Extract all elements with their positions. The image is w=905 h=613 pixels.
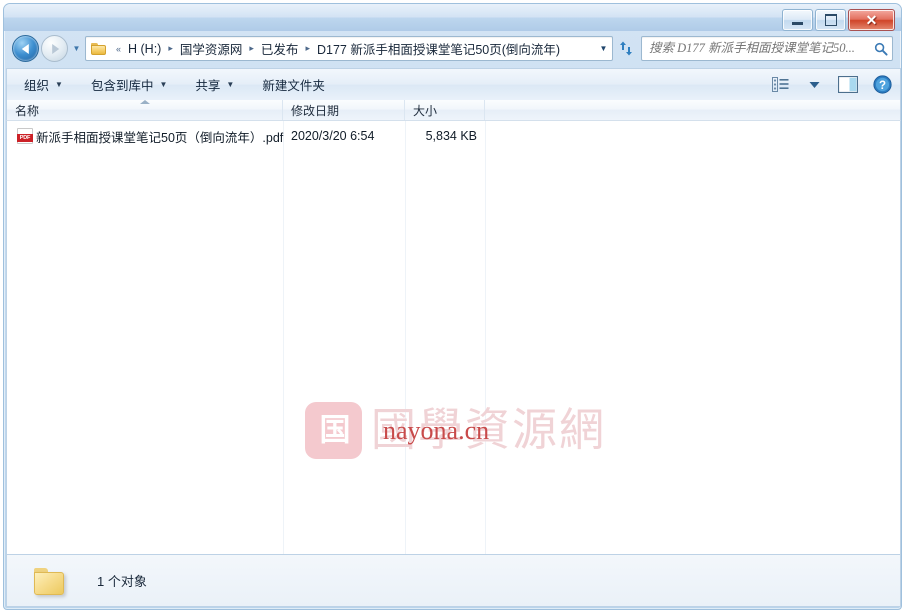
watermark-logo-icon: 国 [305, 401, 362, 459]
file-name-cell: 新派手相面授课堂笔记50页（倒向流年）.pdf [7, 127, 283, 146]
back-button[interactable] [12, 35, 39, 62]
explorer-window: ✕ ▼ « H (H:) ▸ 国学资源网 ▸ 已发布 ▸ D177 新派手相面授… [3, 3, 902, 610]
column-label: 名称 [15, 103, 40, 118]
preview-pane-button[interactable] [832, 72, 864, 98]
watermark-text: 國學資源網 [371, 404, 607, 455]
view-mode-icon [771, 77, 788, 92]
column-header-filler [485, 100, 900, 120]
chevron-down-icon: ▼ [55, 80, 63, 89]
status-item-count: 1 个对象 [97, 574, 147, 589]
view-mode-button[interactable] [764, 72, 796, 98]
refresh-button[interactable] [616, 37, 638, 60]
forward-arrow-icon [51, 43, 59, 54]
column-header-size[interactable]: 大小 [405, 100, 485, 120]
chevron-down-icon [809, 81, 819, 88]
view-mode-dropdown-button[interactable] [798, 72, 830, 98]
toolbar-item-label: 组织 [24, 79, 50, 93]
file-list[interactable]: 新派手相面授课堂笔记50页（倒向流年）.pdf 2020/3/20 6:54 5… [6, 121, 901, 554]
back-arrow-icon [21, 43, 29, 54]
column-header-name[interactable]: 名称 [7, 100, 283, 120]
breadcrumb: « H (H:) ▸ 国学资源网 ▸ 已发布 ▸ D177 新派手相面授课堂笔记… [111, 38, 595, 59]
column-divider [405, 121, 406, 554]
help-button[interactable]: ? [866, 72, 898, 98]
breadcrumb-item-drive[interactable]: H (H:) [126, 41, 163, 57]
address-bar[interactable]: « H (H:) ▸ 国学资源网 ▸ 已发布 ▸ D177 新派手相面授课堂笔记… [85, 36, 613, 61]
breadcrumb-separator[interactable]: ▸ [300, 43, 315, 54]
chevron-down-icon: ▼ [159, 80, 168, 89]
help-icon: ? [872, 75, 892, 94]
minimize-icon [792, 22, 803, 25]
refresh-icon [620, 41, 632, 55]
chevron-down-icon: ▼ [72, 43, 81, 53]
file-date-cell: 2020/3/20 6:54 [291, 129, 375, 143]
search-box[interactable] [641, 36, 893, 61]
breadcrumb-separator[interactable]: ▸ [244, 43, 259, 54]
breadcrumb-separator[interactable]: ▸ [163, 43, 178, 54]
history-dropdown-button[interactable]: ▼ [71, 43, 82, 53]
toolbar-share-button[interactable]: 共享 ▼ [184, 72, 245, 98]
pdf-file-icon [17, 128, 33, 144]
breadcrumb-item-1[interactable]: 国学资源网 [178, 38, 245, 59]
breadcrumb-item-current[interactable]: D177 新派手相面授课堂笔记50页(倒向流年) [315, 38, 562, 59]
file-name-label: 新派手相面授课堂笔记50页（倒向流年）.pdf [36, 130, 284, 145]
toolbar-item-label: 共享 [195, 79, 221, 93]
table-row[interactable]: 新派手相面授课堂笔记50页（倒向流年）.pdf 2020/3/20 6:54 5… [7, 126, 900, 146]
chevron-down-icon: ▼ [599, 44, 608, 53]
column-header-row: 名称 修改日期 大小 [6, 100, 901, 121]
maximize-icon [824, 14, 837, 26]
toolbar-item-label: 包含到库中 [90, 79, 154, 93]
folder-icon [91, 42, 107, 55]
column-label: 大小 [413, 103, 438, 118]
search-input[interactable] [642, 41, 870, 56]
search-button[interactable] [870, 42, 892, 56]
toolbar-item-label: 新建文件夹 [262, 79, 325, 93]
close-icon: ✕ [865, 12, 878, 28]
column-header-date[interactable]: 修改日期 [283, 100, 405, 120]
svg-text:?: ? [878, 80, 885, 92]
column-divider [283, 121, 284, 554]
preview-pane-icon [838, 76, 858, 93]
navigation-bar: ▼ « H (H:) ▸ 国学资源网 ▸ 已发布 ▸ D177 新派手相面授课堂… [4, 31, 901, 66]
title-bar: ✕ [4, 4, 901, 31]
breadcrumb-item-2[interactable]: 已发布 [259, 38, 301, 59]
address-dropdown-button[interactable]: ▼ [595, 44, 612, 53]
site-watermark: 国 國學資源網 nayona.cn [305, 397, 615, 463]
toolbar-organize-button[interactable]: 组织 ▼ [13, 72, 74, 98]
watermark-logo-glyph: 国 [319, 412, 351, 448]
breadcrumb-overflow[interactable]: « [111, 44, 126, 54]
column-divider [485, 121, 486, 554]
search-icon [874, 42, 888, 56]
sort-ascending-icon [139, 100, 150, 104]
forward-button[interactable] [41, 35, 68, 62]
minimize-button[interactable] [782, 9, 813, 31]
toolbar-include-in-library-button[interactable]: 包含到库中 ▼ [80, 72, 178, 98]
column-label: 修改日期 [291, 103, 340, 118]
status-bar: 1 个对象 [6, 554, 901, 607]
folder-icon [32, 566, 67, 596]
file-size-cell: 5,834 KB [425, 129, 477, 143]
close-button[interactable]: ✕ [848, 9, 895, 31]
window-controls: ✕ [782, 9, 895, 31]
maximize-button[interactable] [815, 9, 846, 31]
watermark-url: nayona.cn [383, 416, 490, 445]
chevron-down-icon: ▼ [226, 80, 235, 89]
command-toolbar: 组织 ▼ 包含到库中 ▼ 共享 ▼ 新建文件夹 ? [6, 68, 901, 100]
toolbar-new-folder-button[interactable]: 新建文件夹 [251, 72, 336, 98]
